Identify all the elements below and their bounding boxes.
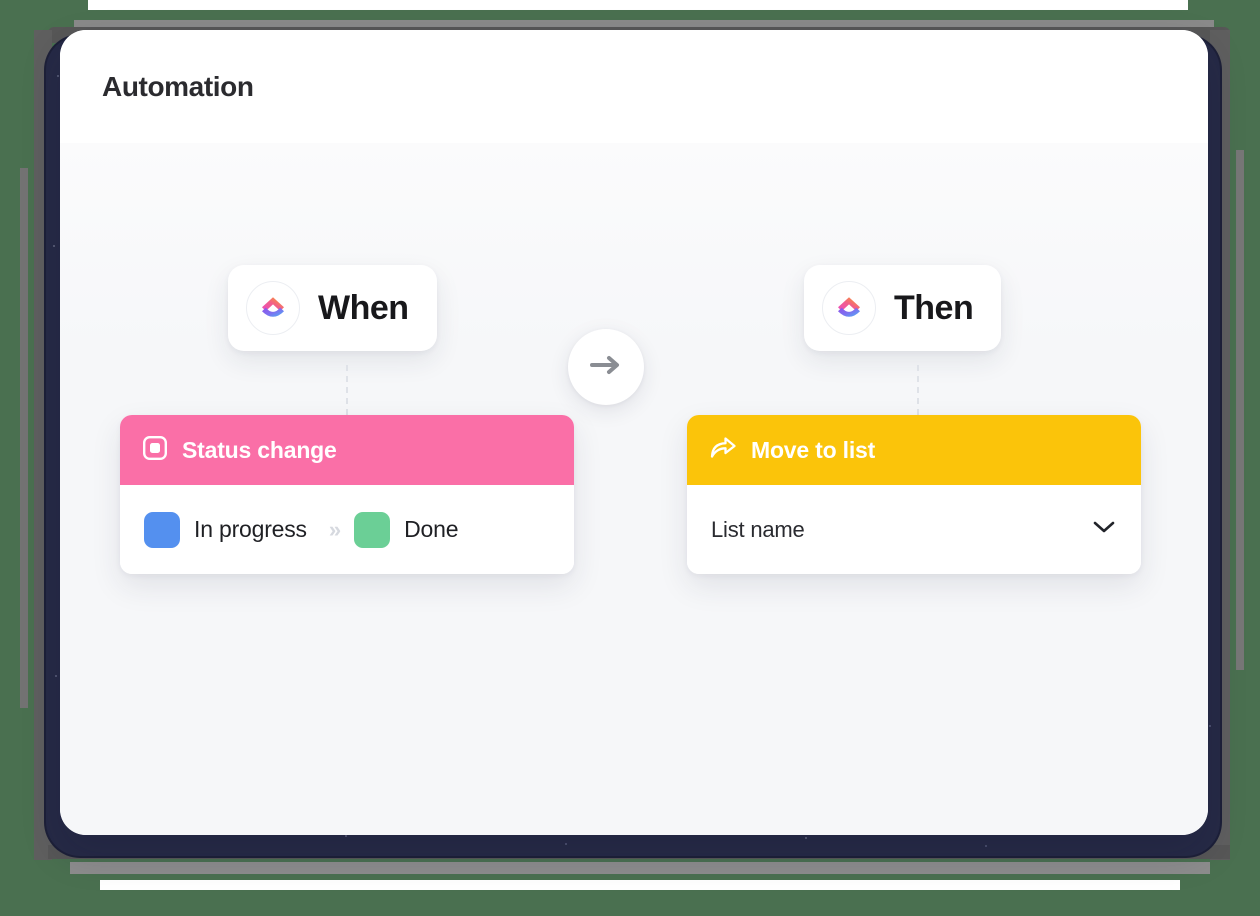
trigger-card[interactable]: Status change In progress » Done: [120, 415, 574, 574]
status-label-from: In progress: [194, 516, 307, 542]
action-card-header: Move to list: [687, 415, 1141, 485]
arrow-right-icon: [588, 353, 624, 382]
window-titlebar: Automation: [60, 30, 1208, 143]
chevron-down-icon[interactable]: [1091, 519, 1117, 540]
when-pill[interactable]: When: [228, 265, 437, 351]
page-title: Automation: [102, 70, 254, 102]
then-connector-line: [917, 365, 919, 415]
status-label-to: Done: [404, 516, 459, 542]
app-window: Automation When Then Status change In pr…: [60, 30, 1208, 835]
trigger-card-body: In progress » Done: [120, 485, 574, 574]
then-pill[interactable]: Then: [804, 265, 1002, 351]
frame-artifact-top-white: [88, 0, 1188, 10]
status-square-icon: [142, 435, 168, 466]
share-arrow-icon: [709, 435, 737, 466]
double-chevron-right-icon: »: [328, 516, 341, 542]
frame-artifact-bottom-white: [100, 880, 1180, 890]
status-swatch-in-progress: [144, 511, 180, 548]
automation-canvas: When Then Status change In progress » Do…: [60, 143, 1208, 835]
flow-connector-button[interactable]: [568, 329, 644, 405]
screenshot-stage: Automation When Then Status change In pr…: [0, 0, 1260, 916]
list-select-value: List name: [711, 516, 805, 542]
status-swatch-done: [354, 511, 391, 548]
frame-artifact-left-outer: [20, 168, 28, 708]
frame-artifact-bottom-gray: [70, 862, 1210, 874]
then-pill-label: Then: [894, 288, 974, 327]
when-pill-label: When: [318, 288, 409, 327]
clickup-logo-icon: [246, 281, 300, 335]
trigger-card-header: Status change: [120, 415, 574, 485]
action-card-title: Move to list: [751, 436, 876, 463]
clickup-logo-icon: [822, 281, 876, 335]
when-connector-line: [346, 365, 348, 415]
trigger-card-title: Status change: [182, 436, 337, 463]
frame-artifact-right-outer: [1236, 150, 1244, 670]
action-card-body[interactable]: List name: [687, 485, 1141, 574]
action-card[interactable]: Move to list List name: [687, 415, 1141, 574]
